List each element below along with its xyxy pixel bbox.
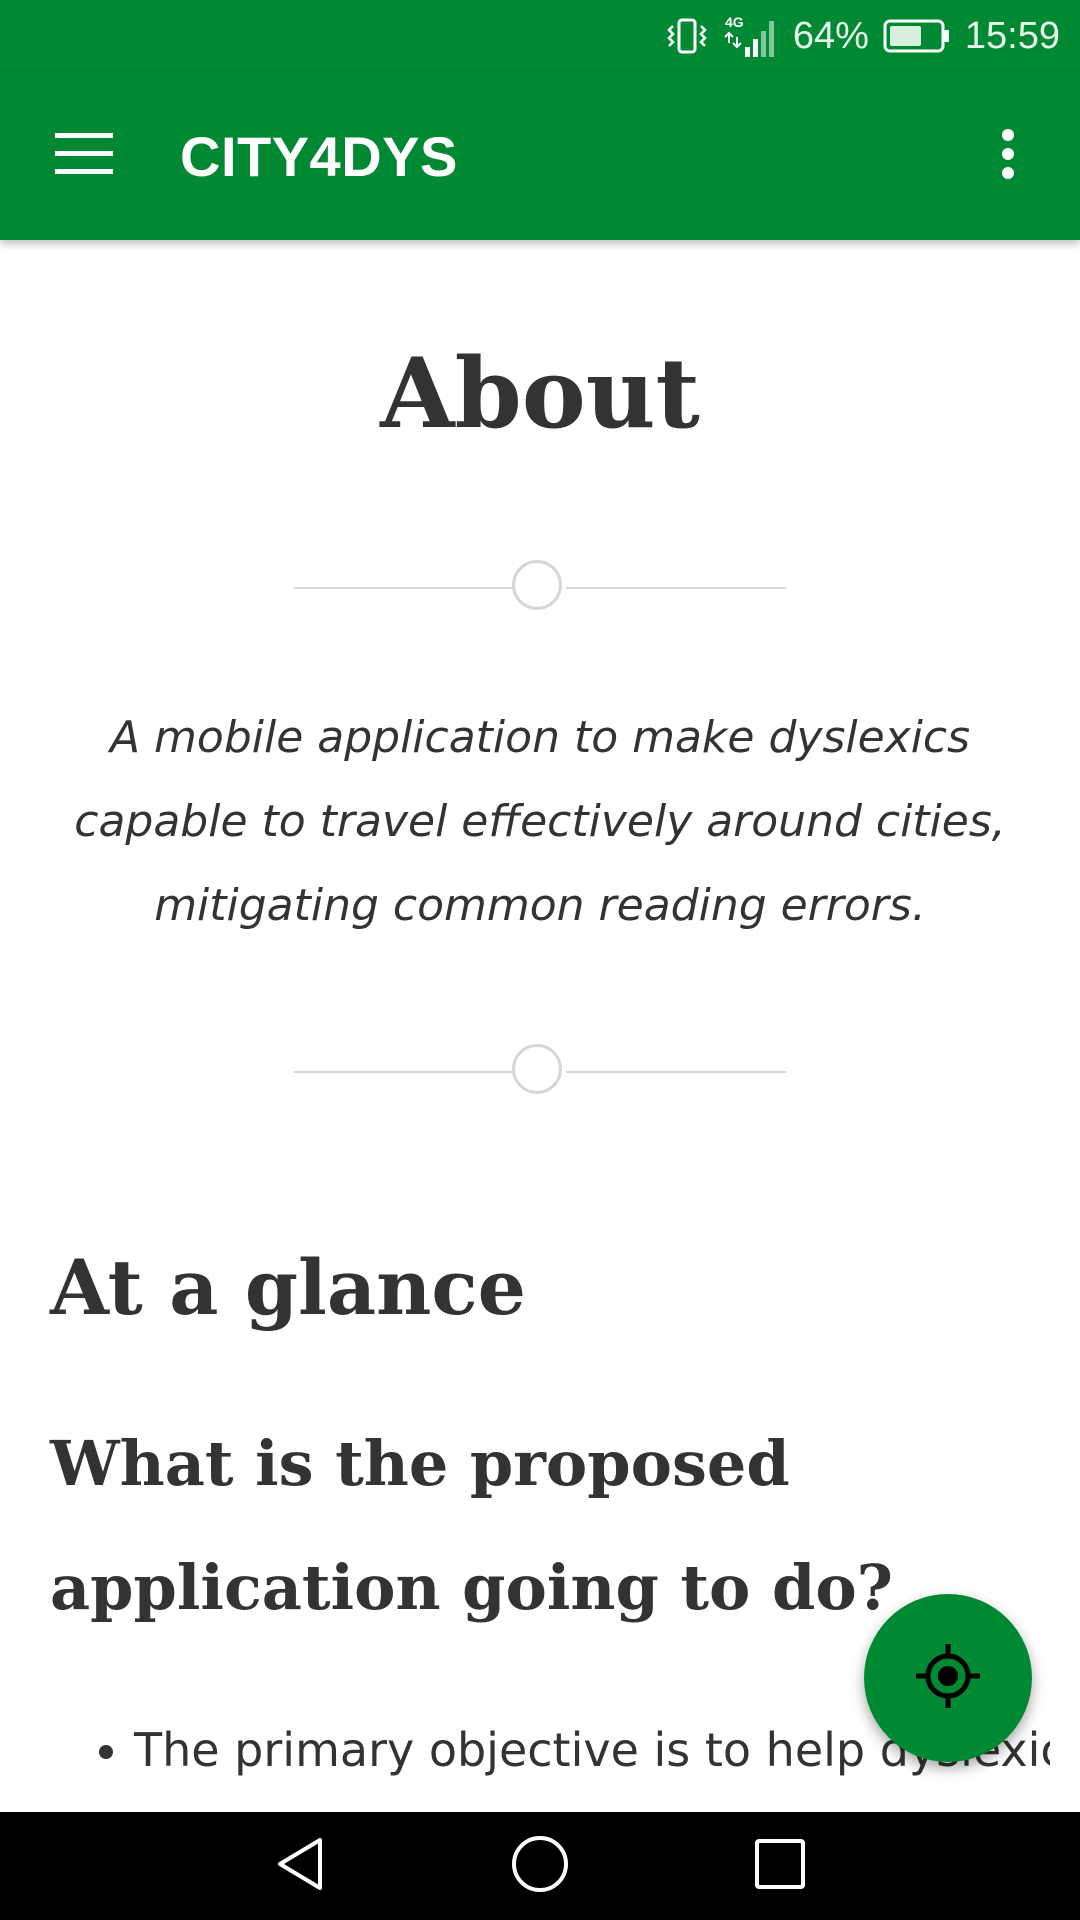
more-vert-icon <box>1001 128 1015 184</box>
vibrate-icon <box>665 16 709 56</box>
my-location-button[interactable] <box>864 1594 1032 1762</box>
recents-button[interactable] <box>720 1812 840 1920</box>
divider-circle <box>512 1044 562 1094</box>
clock: 15:59 <box>964 14 1060 57</box>
section-title: At a glance <box>50 1243 527 1332</box>
app-bar: CITY4DYS <box>0 72 1080 240</box>
back-icon <box>274 1836 326 1897</box>
home-button[interactable] <box>480 1812 600 1920</box>
home-icon <box>510 1834 570 1899</box>
network-type-label: 4G <box>725 14 744 30</box>
back-button[interactable] <box>240 1812 360 1920</box>
signal-icon: 4G <box>723 13 779 59</box>
hamburger-menu-icon <box>55 132 113 180</box>
divider-bottom <box>294 1042 786 1102</box>
divider-circle <box>512 560 562 610</box>
sub-title: What is the proposed application going t… <box>50 1427 893 1624</box>
battery-percent: 64% <box>792 14 869 57</box>
status-bar: 4G 64% 15:59 <box>0 0 1080 72</box>
about-content[interactable]: About A mobile application to make dysle… <box>0 240 1080 1812</box>
screen: 4G 64% 15:59 CITY4DYS About A mobile app… <box>0 0 1080 1920</box>
divider-line <box>566 1071 786 1073</box>
battery-icon <box>883 19 951 53</box>
tagline: A mobile application to make dyslexics c… <box>74 712 1006 931</box>
my-location-icon <box>913 1641 983 1716</box>
overflow-menu-button[interactable] <box>966 114 1050 198</box>
divider-line <box>294 1071 514 1073</box>
divider-line <box>566 587 786 589</box>
divider-top <box>294 558 786 618</box>
recents-icon <box>754 1838 806 1895</box>
system-navigation-bar <box>0 1812 1080 1920</box>
divider-line <box>294 587 514 589</box>
app-title: CITY4DYS <box>180 124 458 188</box>
page-title: About <box>380 337 700 450</box>
navigation-menu-button[interactable] <box>42 114 126 198</box>
